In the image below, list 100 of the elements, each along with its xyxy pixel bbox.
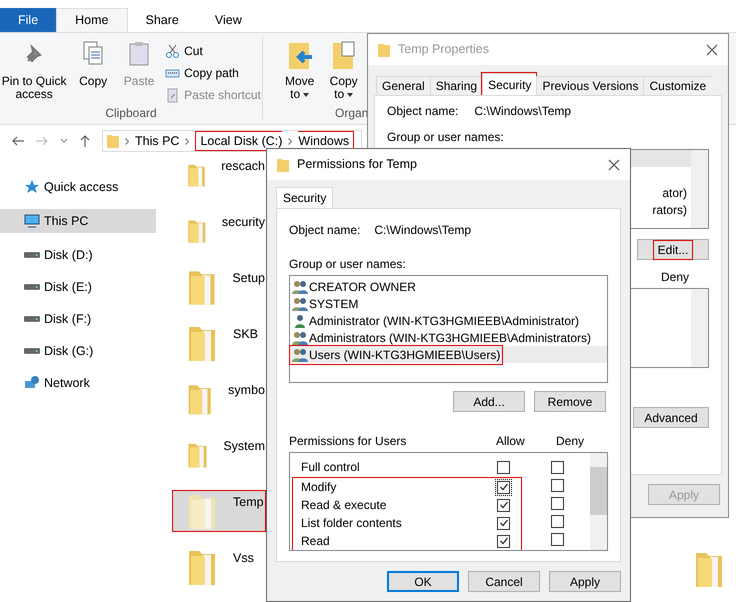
column-header: Allow <box>496 433 526 450</box>
checkbox[interactable] <box>551 514 564 528</box>
checkbox[interactable] <box>551 532 564 546</box>
checkbox[interactable] <box>497 480 510 494</box>
folder-item[interactable]: rescach <box>173 155 265 195</box>
drive-icon <box>24 284 40 290</box>
column-header: Deny <box>660 269 689 286</box>
ribbon-button[interactable]: Pin to Quick access <box>1 39 68 103</box>
tab[interactable]: Sharing <box>430 76 482 95</box>
object-path: C:\Windows\Temp <box>374 222 472 239</box>
ribbon-button[interactable]: Move to <box>284 41 316 103</box>
user-row[interactable]: Users (WIN-KTG3HGMIEEB\Users) <box>290 346 607 363</box>
user-row[interactable]: Administrator (WIN-KTG3HGMIEEB\Administrator) <box>290 312 607 329</box>
caret-icon <box>303 92 310 97</box>
field-label: Group or user names: <box>387 129 505 146</box>
caret-icon <box>347 92 354 97</box>
checkbox[interactable] <box>497 516 510 530</box>
user-row[interactable]: CREATOR OWNER <box>290 278 607 295</box>
checkbox[interactable] <box>497 498 510 512</box>
dialog-button[interactable]: OK <box>387 571 459 592</box>
drive-icon <box>24 316 40 322</box>
ribbon-tab[interactable]: View <box>196 8 260 32</box>
nav-item[interactable]: Disk (G:) <box>0 341 156 361</box>
window-title: Temp Properties <box>398 41 490 58</box>
folder-item[interactable]: SKB <box>173 323 265 363</box>
window-title: Permissions for Temp <box>297 156 417 174</box>
field-label: Object name: <box>387 103 458 120</box>
permission-name: Read & execute <box>300 497 388 514</box>
remove-button[interactable]: Remove <box>534 391 606 412</box>
ribbon-tab[interactable]: File <box>0 8 56 32</box>
tab[interactable]: Previous Versions <box>536 76 644 95</box>
edit-button[interactable]: Edit... <box>637 239 709 260</box>
folder-icon <box>378 42 390 56</box>
add-button[interactable]: Add... <box>453 391 525 412</box>
group-label: Clipboard <box>105 105 157 122</box>
star-icon <box>24 179 40 195</box>
nav-item[interactable]: Disk (E:) <box>0 277 156 297</box>
nav-item[interactable]: Quick access <box>0 177 156 197</box>
dialog-button[interactable]: Cancel <box>468 571 540 592</box>
permission-name: Full control <box>300 459 361 476</box>
ribbon-button[interactable]: Copy path <box>165 64 261 82</box>
drive-icon <box>24 252 40 258</box>
tab[interactable]: Security <box>276 187 334 208</box>
nav-item[interactable]: Disk (F:) <box>0 309 156 329</box>
close-icon[interactable] <box>608 158 620 170</box>
users-icon <box>292 296 308 310</box>
field-label: Object name: <box>289 222 360 239</box>
checkbox[interactable] <box>551 460 564 474</box>
folder-item[interactable]: Vss <box>173 547 265 587</box>
ribbon-button[interactable]: Copy to <box>328 41 360 103</box>
dialog-button[interactable]: Apply <box>549 571 621 592</box>
tab[interactable]: Customize <box>643 76 712 95</box>
ribbon-button[interactable]: Cut <box>165 42 261 60</box>
user-row[interactable]: SYSTEM <box>290 295 607 312</box>
folder-item[interactable]: System <box>173 435 265 475</box>
permission-name: List folder contents <box>300 515 403 532</box>
back-arrow-icon[interactable] <box>12 136 24 146</box>
nav-item[interactable]: Network <box>0 373 156 393</box>
folder-item[interactable]: security <box>173 211 265 251</box>
breadcrumb[interactable]: This PC <box>135 132 180 150</box>
users-icon <box>292 330 308 344</box>
scissors-icon <box>165 44 180 58</box>
chevron-right-icon <box>185 138 190 144</box>
field-label: Permissions for Users <box>289 433 408 450</box>
chevron-right-icon <box>288 138 292 144</box>
ribbon-button[interactable]: Copy <box>73 39 114 103</box>
advanced-button[interactable]: Advanced <box>633 407 709 428</box>
column-header: Deny <box>556 433 584 450</box>
monitor-icon <box>24 213 40 229</box>
checkbox[interactable] <box>551 496 564 510</box>
permission-name: Read <box>300 533 331 550</box>
ribbon-tab[interactable]: Share <box>128 8 197 32</box>
field-label: Group or user names: <box>289 256 407 273</box>
group-label: Organ <box>334 105 368 122</box>
folder-item[interactable]: Setup <box>173 267 265 307</box>
checkbox[interactable] <box>551 478 564 492</box>
chevron-right-icon <box>125 138 129 144</box>
users-icon <box>292 280 308 294</box>
object-path: C:\Windows\Temp <box>474 103 572 120</box>
permission-name: Modify <box>300 479 338 496</box>
chevron-down-icon[interactable] <box>60 138 68 144</box>
tab[interactable]: Security <box>482 73 536 95</box>
checkbox[interactable] <box>497 460 510 474</box>
nav-item[interactable]: Disk (D:) <box>0 245 156 265</box>
user-row[interactable]: Administrators (WIN-KTG3HGMIEEB\Administrators) <box>290 329 607 346</box>
nav-item[interactable]: This PC <box>0 209 156 233</box>
network-icon <box>24 375 40 391</box>
ribbon-tab[interactable]: Home <box>56 8 128 32</box>
folder-icon <box>277 158 289 172</box>
shortcut-icon <box>165 88 180 102</box>
folder-item[interactable]: Temp <box>173 491 265 531</box>
folder-icon <box>107 134 119 148</box>
tab[interactable]: General <box>376 76 430 95</box>
checkbox[interactable] <box>497 534 510 548</box>
close-icon[interactable] <box>706 44 718 56</box>
user-icon <box>292 314 308 328</box>
drive-icon <box>24 348 40 354</box>
users-icon <box>292 348 308 362</box>
up-arrow-icon[interactable] <box>80 135 90 147</box>
folder-item[interactable]: symbo <box>173 379 265 419</box>
